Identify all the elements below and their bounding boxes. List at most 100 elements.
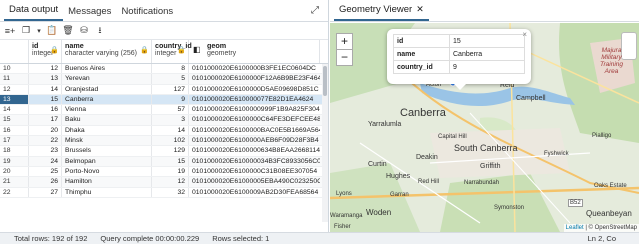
table-row[interactable]: 12 14 Oranjestad 127 0101000020E6100000D5AE0… xyxy=(0,84,328,95)
table-row[interactable]: 22 27 Thimphu 32 0101000020E6100009AB2D30FEA… xyxy=(0,187,328,198)
table-row[interactable]: 11 13 Yerevan 5 0101000020E6100000F12A6B9BE2… xyxy=(0,74,328,85)
row-number-cell[interactable]: 16 xyxy=(0,125,29,136)
map-canvas[interactable]: + − Canberra South Canberra Yarralumla D… xyxy=(330,23,639,232)
country-id-cell[interactable]: 32 xyxy=(152,187,189,197)
column-header-id[interactable]: id integer 🔒 xyxy=(29,40,62,63)
table-row[interactable]: 20 25 Porto-Novo 19 0101000020E6100000C31B08… xyxy=(0,166,328,178)
id-cell[interactable]: 17 xyxy=(29,115,62,125)
country-id-cell[interactable]: 102 xyxy=(152,136,189,146)
id-cell[interactable]: 23 xyxy=(29,146,62,156)
delete-icon[interactable]: 🗑 xyxy=(61,24,75,38)
column-header-country-id[interactable]: country_id integer 🔒 xyxy=(152,40,192,63)
copy-icon[interactable]: ❐ xyxy=(19,24,33,38)
id-cell[interactable]: 26 xyxy=(29,177,62,187)
country-id-cell[interactable]: 19 xyxy=(152,166,189,177)
table-row[interactable]: 15 17 Baku 3 0101000020E6100000C64FE3DEFCEE4… xyxy=(0,115,328,126)
name-cell[interactable]: Dhaka xyxy=(62,125,152,136)
country-id-cell[interactable]: 3 xyxy=(152,115,189,125)
table-row[interactable]: 21 26 Hamilton 12 0101000020E61000005EBA490C… xyxy=(0,177,328,188)
geom-cell[interactable]: 0101000020E6100000BAC0E5B1669A564 xyxy=(189,126,320,135)
table-row[interactable]: 19 24 Belmopan 15 0101000020E610000034B3FC89… xyxy=(0,156,328,167)
column-header-geom[interactable]: ◧ geom geometry xyxy=(189,40,320,63)
save-data-icon[interactable]: ⛁ xyxy=(77,24,91,38)
expand-icon[interactable]: ⤢ xyxy=(311,5,322,16)
close-icon[interactable]: ✕ xyxy=(416,4,424,14)
table-row[interactable]: 14 16 Vienna 57 0101000020E6100000999F1B9A82… xyxy=(0,105,328,116)
column-header-name[interactable]: name character varying (256) 🔒 xyxy=(62,40,152,63)
table-row[interactable]: 17 22 Minsk 102 0101000020E6100000AEB6F09D28… xyxy=(0,136,328,147)
country-id-cell[interactable]: 5 xyxy=(152,74,189,84)
add-row-icon[interactable]: ≡+ xyxy=(3,24,17,38)
leaflet-link[interactable]: Leaflet xyxy=(566,225,584,231)
row-number-cell[interactable]: 21 xyxy=(0,177,29,187)
row-number-cell[interactable]: 20 xyxy=(0,166,29,177)
name-cell[interactable]: Oranjestad xyxy=(62,84,152,94)
row-number-cell[interactable]: 13 xyxy=(0,94,29,105)
geom-cell[interactable]: 0101000020E6100000B3FE1EC0604DC xyxy=(189,64,320,73)
name-cell[interactable]: Belmopan xyxy=(62,156,152,166)
id-cell[interactable]: 24 xyxy=(29,156,62,166)
download-icon[interactable]: ⭳ xyxy=(93,24,107,38)
id-cell[interactable]: 22 xyxy=(29,136,62,146)
country-id-cell[interactable]: 9 xyxy=(152,94,189,105)
chevron-down-icon[interactable]: ▾ xyxy=(35,24,43,38)
paste-icon[interactable]: 📋 xyxy=(45,24,59,38)
name-cell[interactable]: Vienna xyxy=(62,105,152,115)
id-cell[interactable]: 16 xyxy=(29,105,62,115)
geom-cell[interactable]: 0101000020E610000034B3FC8933056C0 xyxy=(189,157,320,166)
layers-icon[interactable] xyxy=(621,32,637,60)
zoom-in-button[interactable]: + xyxy=(336,33,353,50)
table-row[interactable]: 10 12 Buenos Aires 8 0101000020E6100000B3FE1… xyxy=(0,64,328,75)
geom-cell[interactable]: 0101000020E610000077E82D1EA4624 xyxy=(189,95,320,104)
geom-cell[interactable]: 0101000020E6100000F12A6B9BE23F464 xyxy=(189,74,320,83)
geom-cell[interactable]: 0101000020E6100000D5AE09698D851C xyxy=(189,85,320,94)
scrollbar-thumb[interactable] xyxy=(323,66,327,96)
table-row[interactable]: 13 15 Canberra 9 0101000020E610000077E82D1EA… xyxy=(0,94,328,106)
row-number-cell[interactable]: 12 xyxy=(0,84,29,94)
country-id-cell[interactable]: 14 xyxy=(152,125,189,136)
id-cell[interactable]: 20 xyxy=(29,125,62,136)
name-cell[interactable]: Minsk xyxy=(62,136,152,146)
row-number-cell[interactable]: 14 xyxy=(0,105,29,115)
country-id-cell[interactable]: 127 xyxy=(152,84,189,94)
id-cell[interactable]: 12 xyxy=(29,64,62,74)
geom-cell[interactable]: 0101000020E61000005EBA490C023250C xyxy=(189,177,320,186)
name-cell[interactable]: Brussels xyxy=(62,146,152,156)
id-cell[interactable]: 13 xyxy=(29,74,62,84)
row-number-cell[interactable]: 10 xyxy=(0,64,29,74)
name-cell[interactable]: Thimphu xyxy=(62,187,152,197)
row-number-cell[interactable]: 19 xyxy=(0,156,29,166)
geom-cell[interactable]: 0101000020E6100000C31B08EE307054 xyxy=(189,167,320,176)
row-number-cell[interactable]: 11 xyxy=(0,74,29,84)
tab-data-output[interactable]: Data output xyxy=(4,4,64,21)
name-cell[interactable]: Baku xyxy=(62,115,152,125)
row-number-cell[interactable]: 22 xyxy=(0,187,29,197)
tab-messages[interactable]: Messages xyxy=(63,6,116,21)
close-icon[interactable]: × xyxy=(522,30,527,39)
geom-cell[interactable]: 0101000020E6100000999F1B9A825F304 xyxy=(189,105,320,114)
id-cell[interactable]: 15 xyxy=(29,94,62,105)
view-geometry-icon[interactable]: ◧ xyxy=(193,46,201,54)
country-id-cell[interactable]: 57 xyxy=(152,105,189,115)
tab-geometry-viewer[interactable]: Geometry Viewer ✕ xyxy=(334,4,429,21)
vertical-scrollbar[interactable] xyxy=(322,64,328,222)
name-cell[interactable]: Hamilton xyxy=(62,177,152,187)
id-cell[interactable]: 27 xyxy=(29,187,62,197)
name-cell[interactable]: Porto-Novo xyxy=(62,166,152,177)
zoom-out-button[interactable]: − xyxy=(336,49,353,66)
name-cell[interactable]: Yerevan xyxy=(62,74,152,84)
geom-cell[interactable]: 0101000020E6100000C64FE3DEFCEE484 xyxy=(189,115,320,124)
name-cell[interactable]: Buenos Aires xyxy=(62,64,152,74)
country-id-cell[interactable]: 129 xyxy=(152,146,189,156)
tab-notifications[interactable]: Notifications xyxy=(116,6,178,21)
id-cell[interactable]: 14 xyxy=(29,84,62,94)
table-row[interactable]: 16 20 Dhaka 14 0101000020E6100000BAC0E5B1669… xyxy=(0,125,328,137)
name-cell[interactable]: Canberra xyxy=(62,94,152,105)
id-cell[interactable]: 25 xyxy=(29,166,62,177)
row-number-cell[interactable]: 15 xyxy=(0,115,29,125)
country-id-cell[interactable]: 15 xyxy=(152,156,189,166)
osm-attribution[interactable]: | © OpenStreetMap xyxy=(584,225,637,231)
country-id-cell[interactable]: 12 xyxy=(152,177,189,187)
table-row[interactable]: 18 23 Brussels 129 0101000020E6100000634B8EA… xyxy=(0,146,328,157)
geom-cell[interactable]: 0101000020E6100009AB2D30FEA68564 xyxy=(189,188,320,197)
